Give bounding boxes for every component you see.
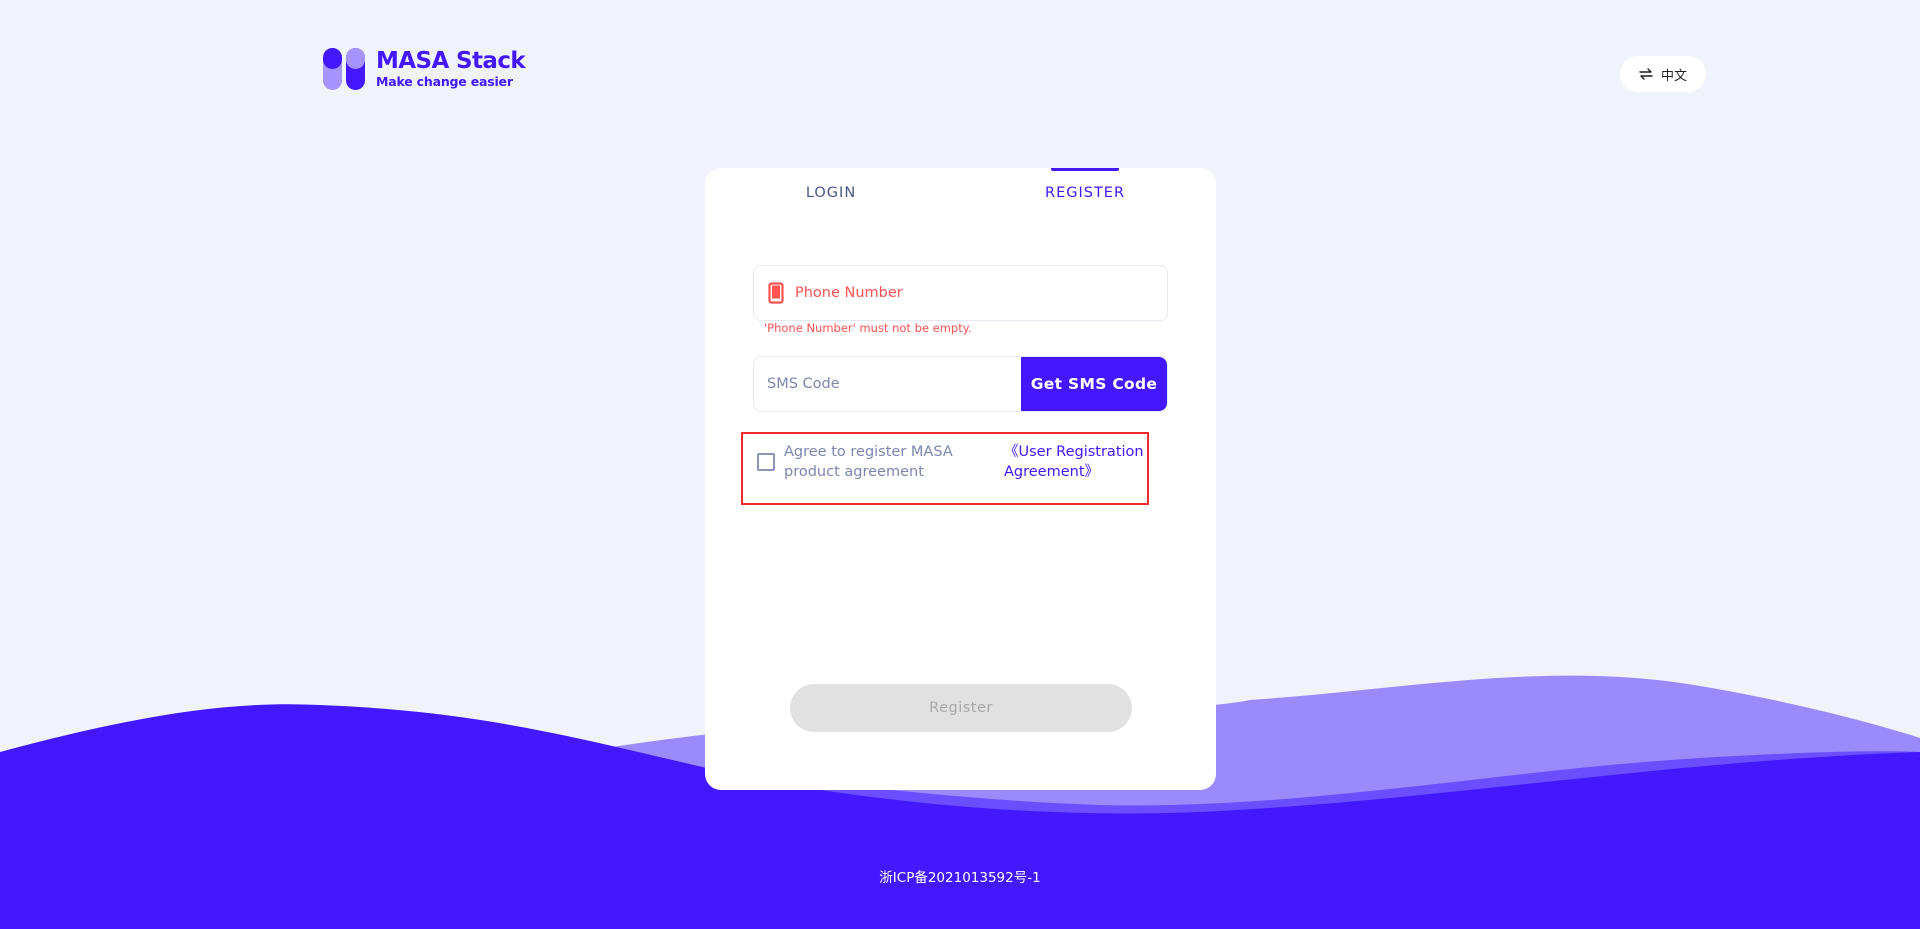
swap-arrows-icon	[1639, 68, 1653, 80]
brand-logo[interactable]: MASA Stack Make change easier	[323, 47, 526, 91]
user-agreement-link[interactable]: 《User Registration Agreement》	[1004, 442, 1154, 482]
auth-card: LOGIN REGISTER 'Phone Number' must not b…	[705, 168, 1216, 790]
tab-login[interactable]: LOGIN	[801, 168, 861, 218]
brand-text: MASA Stack Make change easier	[376, 47, 526, 89]
get-sms-code-button[interactable]: Get SMS Code	[1021, 357, 1167, 411]
agreement-checkbox[interactable]	[757, 453, 775, 471]
phone-error-message: 'Phone Number' must not be empty.	[764, 321, 972, 335]
agreement-row: Agree to register MASA product agreement…	[741, 432, 1149, 505]
masa-logo-icon	[323, 48, 365, 90]
language-switch-button[interactable]: 中文	[1620, 56, 1706, 92]
icp-footer-link[interactable]: 浙ICP备2021013592号-1	[0, 866, 1920, 886]
smartphone-icon	[768, 282, 784, 304]
language-label: 中文	[1660, 68, 1687, 84]
agreement-text: Agree to register MASA product agreement	[784, 444, 953, 480]
sms-code-input[interactable]	[765, 363, 1021, 405]
brand-tagline: Make change easier	[376, 73, 513, 89]
tab-register[interactable]: REGISTER	[1045, 168, 1125, 218]
phone-field	[753, 265, 1168, 321]
auth-tabs: LOGIN REGISTER	[705, 168, 1216, 218]
brand-name: MASA Stack	[376, 47, 526, 74]
register-button[interactable]: Register	[790, 684, 1132, 732]
phone-input[interactable]	[793, 272, 1167, 314]
sms-field: Get SMS Code	[753, 356, 1168, 412]
